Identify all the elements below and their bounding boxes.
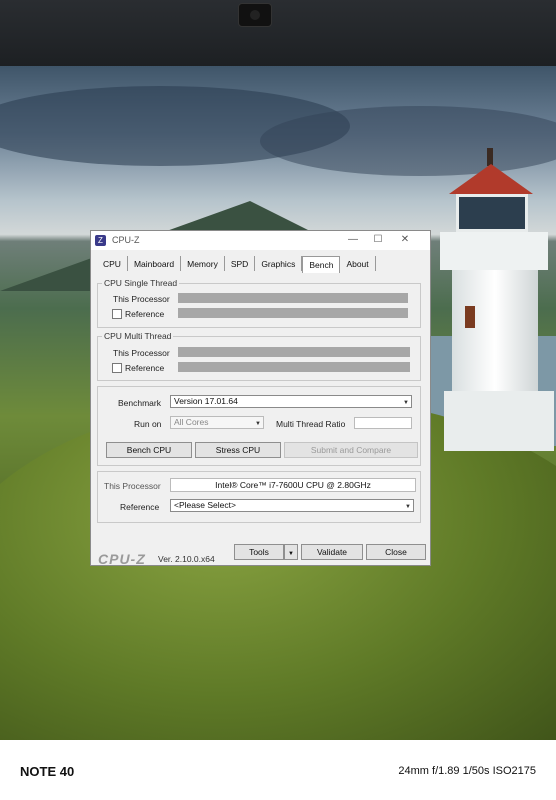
cpu-multi-thread-group: CPU Multi Thread This Processor Referenc…: [97, 331, 421, 381]
single-thread-score-bar: [178, 293, 408, 303]
chevron-down-icon: ▼: [405, 504, 411, 510]
lighthouse-gallery: [440, 232, 548, 270]
run-on-value: All Cores: [174, 417, 209, 427]
validate-button[interactable]: Validate: [301, 544, 363, 560]
single-thread-reference-bar: [178, 308, 408, 318]
tab-mainboard[interactable]: Mainboard: [128, 256, 182, 271]
device-name: NOTE 40: [20, 764, 75, 779]
close-window-button[interactable]: ✕: [393, 233, 417, 247]
minimize-button[interactable]: —: [341, 233, 365, 247]
multi-thread-reference-bar: [178, 362, 410, 372]
webcam-icon: [238, 3, 272, 27]
chevron-down-icon: ▼: [288, 551, 294, 557]
version-label: Ver. 2.10.0.x64: [158, 554, 215, 564]
tools-button[interactable]: Tools: [234, 544, 284, 560]
reference-label: Reference: [125, 309, 165, 319]
this-processor-label: This Processor: [104, 481, 161, 491]
tab-spd[interactable]: SPD: [225, 256, 256, 271]
multi-thread-ratio-field: [354, 417, 412, 429]
chevron-down-icon: ▼: [403, 400, 409, 406]
group-label: CPU Multi Thread: [102, 331, 174, 341]
title-bar[interactable]: Z CPU-Z — ☐ ✕: [91, 231, 430, 250]
close-button[interactable]: Close: [366, 544, 426, 560]
this-processor-label: This Processor: [113, 294, 170, 304]
tab-cpu[interactable]: CPU: [97, 256, 128, 271]
lighthouse-window: [465, 306, 475, 328]
cpu-z-window: Z CPU-Z — ☐ ✕ CPU Mainboard Memory SPD G…: [90, 230, 431, 567]
benchmark-settings-group: Benchmark Version 17.01.64 ▼ Run on All …: [97, 386, 421, 466]
multi-thread-ratio-label: Multi Thread Ratio: [276, 419, 346, 429]
bench-cpu-button[interactable]: Bench CPU: [106, 442, 192, 458]
group-label: CPU Single Thread: [102, 278, 180, 288]
maximize-button[interactable]: ☐: [366, 233, 390, 247]
exif-info: 24mm f/1.89 1/50s ISO2175: [398, 765, 536, 777]
stress-cpu-button[interactable]: Stress CPU: [195, 442, 281, 458]
reference-label: Reference: [125, 363, 165, 373]
reference-processor-value: <Please Select>: [174, 500, 236, 510]
cpu-z-logo: CPU-Z: [98, 551, 146, 567]
cpu-single-thread-group: CPU Single Thread This Processor Referen…: [97, 278, 421, 328]
benchmark-label: Benchmark: [118, 398, 161, 408]
tab-about[interactable]: About: [340, 256, 376, 271]
chevron-down-icon: ▼: [255, 421, 261, 427]
tab-graphics[interactable]: Graphics: [255, 256, 303, 271]
tools-dropdown-button[interactable]: ▼: [284, 544, 298, 560]
photo-watermark-strip: NOTE 40 24mm f/1.89 1/50s ISO2175: [0, 740, 556, 800]
run-on-select[interactable]: All Cores ▼: [170, 416, 264, 429]
benchmark-version-select[interactable]: Version 17.01.64 ▼: [170, 395, 412, 408]
reference-label: Reference: [120, 502, 160, 512]
lighthouse-lantern: [456, 194, 528, 232]
multi-thread-score-bar: [178, 347, 410, 357]
processor-reference-group: This Processor Intel® Core™ i7-7600U CPU…: [97, 471, 421, 523]
reference-checkbox[interactable]: [112, 309, 122, 319]
processor-name-field: Intel® Core™ i7-7600U CPU @ 2.80GHz: [170, 478, 416, 492]
tab-memory[interactable]: Memory: [181, 256, 225, 271]
reference-processor-select[interactable]: <Please Select> ▼: [170, 499, 414, 512]
lighthouse-base: [444, 391, 554, 451]
laptop-bezel: [0, 0, 556, 66]
submit-and-compare-button[interactable]: Submit and Compare: [284, 442, 418, 458]
lighthouse-roof: [449, 164, 533, 194]
window-title: CPU-Z: [112, 235, 140, 245]
benchmark-version-value: Version 17.01.64: [174, 396, 238, 406]
cpu-z-app-icon: Z: [95, 235, 106, 246]
reference-checkbox[interactable]: [112, 363, 122, 373]
tab-bench[interactable]: Bench: [302, 256, 341, 273]
run-on-label: Run on: [134, 419, 162, 429]
tab-bar: CPU Mainboard Memory SPD Graphics Bench …: [97, 256, 376, 273]
this-processor-label: This Processor: [113, 348, 170, 358]
